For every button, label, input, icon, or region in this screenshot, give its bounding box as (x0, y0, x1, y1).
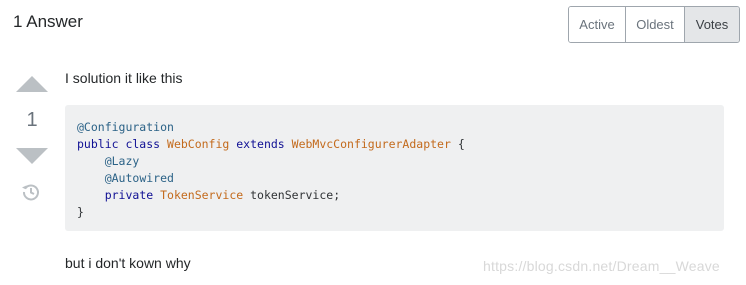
code-annotation: @Autowired (104, 171, 174, 185)
code-line: @Lazy (77, 153, 712, 170)
code-line: private TokenService tokenService; (77, 187, 712, 204)
vote-count: 1 (26, 109, 38, 131)
code-type: WebMvcConfigurerAdapter (291, 137, 451, 151)
up-arrow-icon[interactable] (16, 76, 48, 92)
code-plain: { (450, 137, 465, 151)
code-keyword: private (104, 188, 161, 202)
answers-title: 1 Answer (13, 12, 83, 31)
tab-active[interactable]: Active (569, 7, 626, 42)
history-icon[interactable] (21, 182, 41, 202)
answer-outro-text: but i don't kown why (65, 255, 191, 271)
code-keyword: extends (229, 137, 292, 151)
code-annotation: @Configuration (77, 120, 174, 134)
sort-tabs: Active Oldest Votes (568, 6, 740, 43)
code-plain: tokenService; (243, 188, 341, 202)
code-keyword: public class (77, 137, 168, 151)
code-line: @Configuration (77, 119, 712, 136)
code-type: TokenService (160, 188, 244, 202)
code-line: public class WebConfig extends WebMvcCon… (77, 136, 712, 153)
code-plain: } (77, 205, 84, 219)
code-block: @Configuration public class WebConfig ext… (65, 105, 724, 231)
answer-intro-text: I solution it like this (65, 70, 183, 86)
code-line: @Autowired (77, 170, 712, 187)
code-line: } (77, 204, 712, 221)
code-annotation: @Lazy (104, 154, 140, 168)
down-arrow-icon[interactable] (16, 148, 48, 164)
watermark: https://blog.csdn.net/Dream__Weave (483, 258, 720, 274)
code-type: WebConfig (167, 137, 230, 151)
tab-votes[interactable]: Votes (685, 7, 739, 42)
tab-oldest[interactable]: Oldest (626, 7, 685, 42)
